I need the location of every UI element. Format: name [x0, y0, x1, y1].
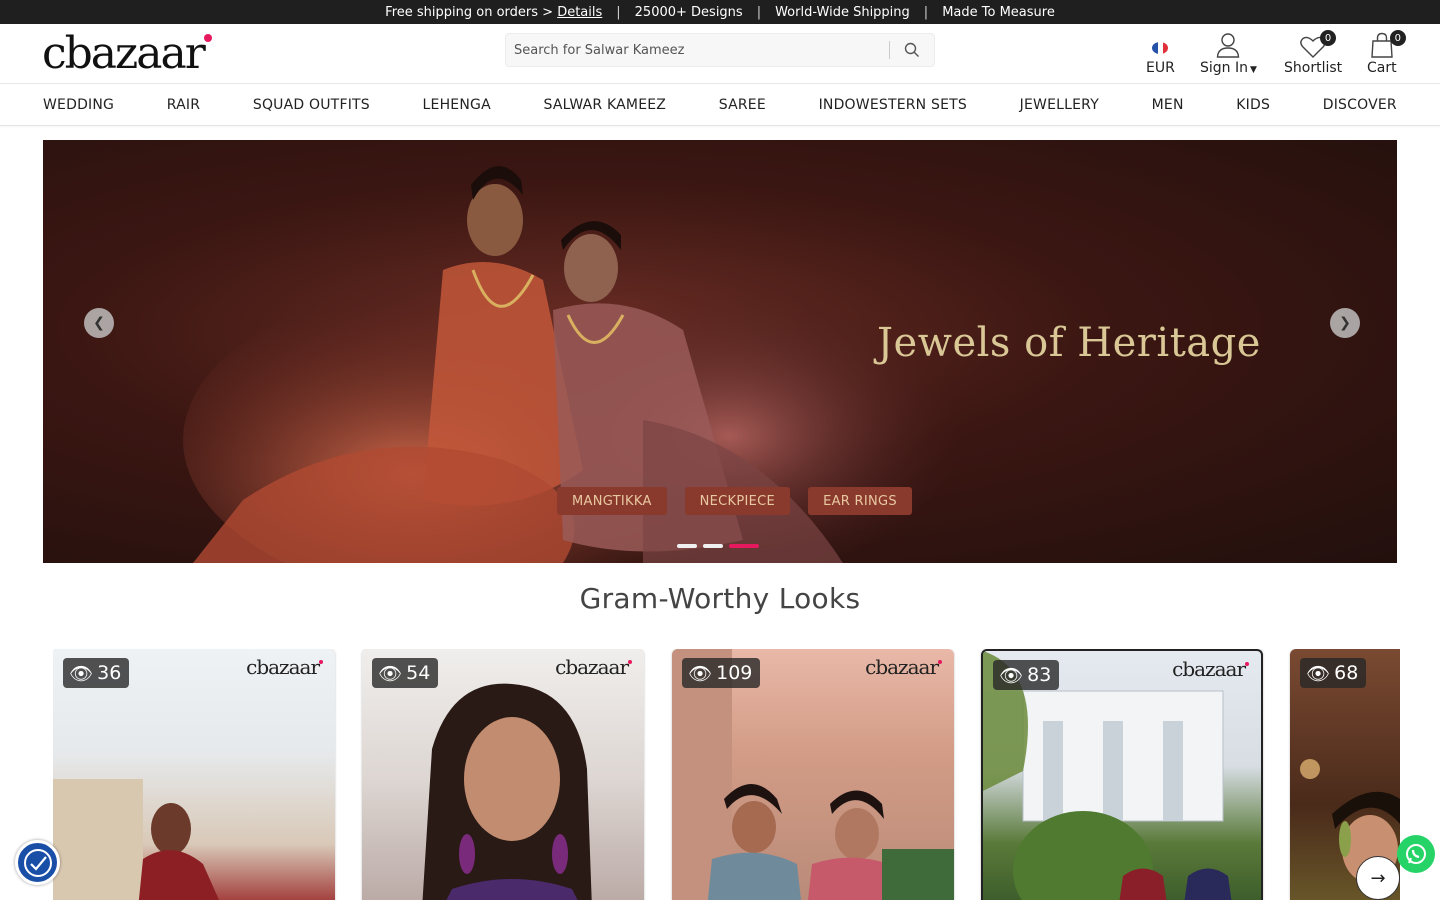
worldwide-info: World-Wide Shipping	[775, 4, 910, 20]
user-icon-wrap	[1216, 32, 1240, 58]
hero-banner[interactable]: Jewels of Heritage ❮ ❯ MANGTIKKA NECKPIE…	[43, 140, 1397, 563]
accessibility-icon	[23, 848, 52, 877]
card-brand: cbazaar	[246, 655, 323, 679]
shortlist-link[interactable]: 0 Shortlist	[1284, 30, 1343, 76]
shortlist-count-badge: 0	[1320, 30, 1337, 46]
views-count: 68	[1334, 662, 1359, 684]
main-nav: WEDDING RAIR SQUAD OUTFITS LEHENGA SALWA…	[0, 84, 1440, 126]
nav-item-wedding[interactable]: WEDDING	[43, 97, 114, 113]
views-count: 83	[1027, 664, 1052, 686]
carousel-indicators	[677, 544, 759, 548]
search-icon	[904, 42, 919, 57]
eye-icon: 👁	[1306, 662, 1331, 685]
cart-count-badge: 0	[1389, 30, 1406, 46]
nav-item-indowestern-sets[interactable]: INDOWESTERN SETS	[819, 97, 967, 113]
cart-label: Cart	[1367, 60, 1397, 76]
card-brand-dot	[1245, 662, 1249, 666]
signin-label: Sign In	[1200, 60, 1248, 76]
search-input[interactable]	[506, 34, 889, 66]
nav-item-jewellery[interactable]: JEWELLERY	[1020, 97, 1099, 113]
carousel-dot[interactable]	[677, 544, 697, 548]
shipping-info: Free shipping on orders > Details	[371, 5, 616, 20]
user-icon	[1217, 33, 1240, 58]
hero-prev-button[interactable]: ❮	[84, 308, 114, 338]
nav-item-discover[interactable]: DISCOVER	[1323, 97, 1397, 113]
card-brand: cbazaar	[1172, 657, 1249, 681]
looks-next-button[interactable]: →	[1356, 856, 1400, 900]
chevron-left-icon: ❮	[93, 315, 105, 331]
carousel-dot-active[interactable]	[729, 544, 759, 548]
arrow-right-icon: →	[1370, 867, 1386, 889]
card-brand-dot	[628, 660, 632, 664]
views-count: 54	[406, 662, 431, 684]
card-brand-text: cbazaar	[555, 655, 629, 679]
shortlist-icon-wrap: 0	[1300, 30, 1337, 58]
look-card[interactable]: 👁 83 cbazaar	[981, 649, 1263, 900]
currency-selector[interactable]: EUR	[1146, 32, 1175, 76]
cart-link[interactable]: 0 Cart	[1367, 30, 1406, 76]
nav-item-saree[interactable]: SAREE	[719, 97, 766, 113]
brand-logo[interactable]: cbazaar	[42, 32, 212, 76]
views-count: 36	[97, 662, 122, 684]
chip-mangtikka[interactable]: MANGTIKKA	[557, 487, 667, 515]
cart-icon-wrap: 0	[1370, 30, 1406, 58]
site-header: cbazaar EUR Sign In▼	[0, 24, 1440, 84]
currency-label: EUR	[1146, 60, 1175, 76]
card-brand: cbazaar	[555, 655, 632, 679]
card-brand-text: cbazaar	[246, 655, 320, 679]
whatsapp-icon	[1406, 844, 1426, 864]
nav-item-kids[interactable]: KIDS	[1236, 97, 1270, 113]
nav-item-lehenga[interactable]: LEHENGA	[423, 97, 491, 113]
currency-flag	[1152, 32, 1169, 58]
search-button[interactable]	[890, 34, 934, 66]
card-brand-text: cbazaar	[1172, 657, 1246, 681]
whatsapp-button[interactable]	[1397, 835, 1435, 873]
shipping-details-link[interactable]: Details	[557, 5, 602, 20]
nav-item-salwar-kameez[interactable]: SALWAR KAMEEZ	[544, 97, 667, 113]
carousel-dot[interactable]	[703, 544, 723, 548]
hero-next-button[interactable]: ❯	[1330, 308, 1360, 338]
look-card[interactable]: 👁 109 cbazaar	[672, 649, 954, 900]
views-badge: 👁 68	[1300, 658, 1367, 688]
section-title: Gram-Worthy Looks	[579, 582, 861, 615]
accessibility-button[interactable]	[15, 840, 60, 885]
hero-category-chips: MANGTIKKA NECKPIECE EAR RINGS	[557, 487, 912, 515]
nav-item-men[interactable]: MEN	[1152, 97, 1184, 113]
nav-item-rair[interactable]: RAIR	[167, 97, 200, 113]
eye-icon: 👁	[69, 662, 94, 685]
look-card[interactable]: 👁 54 cbazaar	[362, 649, 644, 900]
views-count: 109	[716, 662, 753, 684]
signin-wrap: Sign In ▼	[1200, 60, 1257, 76]
looks-carousel: 👁 36 cbazaar 👁 54 cbazaar 👁 109 cbazaar …	[53, 649, 1400, 900]
eye-icon: 👁	[688, 662, 713, 685]
card-brand-dot	[319, 660, 323, 664]
look-card[interactable]: 👁 36 cbazaar	[53, 649, 335, 900]
eye-icon: 👁	[378, 662, 403, 685]
logo-dot	[203, 34, 212, 42]
views-badge: 👁 36	[63, 658, 130, 688]
views-badge: 👁 54	[372, 658, 439, 688]
eye-icon: 👁	[999, 664, 1024, 687]
sign-in-menu[interactable]: Sign In ▼	[1200, 32, 1257, 76]
announcement-bar: Free shipping on orders > Details | 2500…	[0, 0, 1440, 24]
views-badge: 👁 83	[993, 660, 1060, 690]
card-brand: cbazaar	[865, 655, 942, 679]
search-bar	[505, 33, 935, 67]
chip-ear-rings[interactable]: EAR RINGS	[808, 487, 912, 515]
chip-neckpiece[interactable]: NECKPIECE	[684, 487, 791, 515]
hero-title: Jewels of Heritage	[877, 320, 1261, 366]
nav-item-squad-outfits[interactable]: SQUAD OUTFITS	[253, 97, 370, 113]
france-flag-icon	[1152, 42, 1169, 54]
card-brand-text: cbazaar	[865, 655, 939, 679]
views-badge: 👁 109	[682, 658, 761, 688]
shortlist-label: Shortlist	[1284, 60, 1343, 76]
card-brand-dot	[938, 660, 942, 664]
designs-info: 25000+ Designs	[634, 4, 743, 20]
chevron-down-icon: ▼	[1250, 65, 1257, 75]
measure-info: Made To Measure	[942, 4, 1055, 20]
shipping-text: Free shipping on orders >	[385, 4, 554, 20]
logo-text: cbazaar	[42, 28, 206, 79]
chevron-right-icon: ❯	[1339, 315, 1351, 331]
